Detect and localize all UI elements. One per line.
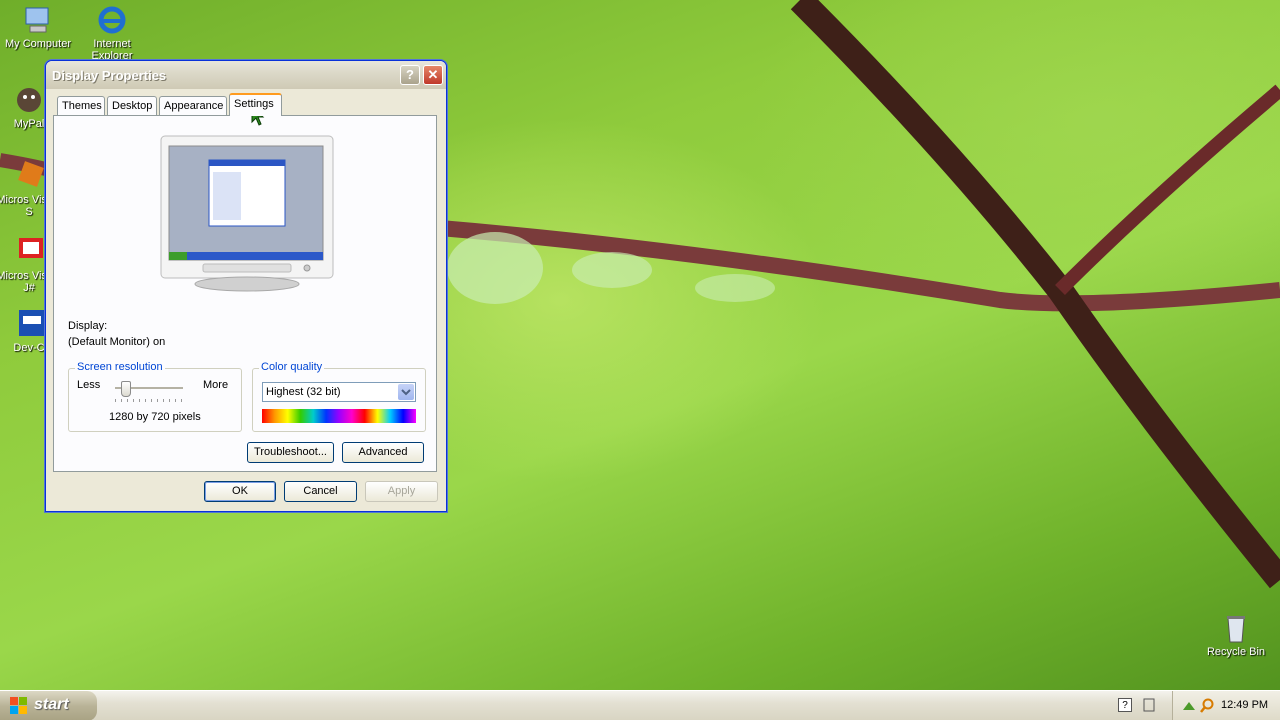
help-tray-icon[interactable]: ? [1118, 698, 1132, 712]
display-properties-window: Display Properties ? ✕ Themes Desktop Ap… [45, 60, 447, 512]
desktop-icon-internet-explorer[interactable]: Internet Explorer [74, 4, 150, 62]
tab-themes[interactable]: Themes [57, 96, 105, 115]
dev-cpp-icon [13, 308, 45, 340]
desktop: My Computer Internet Explorer MyPal Micr… [0, 0, 1280, 720]
search-icon[interactable] [1199, 698, 1215, 714]
system-tray: 12:49 PM [1172, 691, 1280, 720]
question-icon: ? [406, 67, 414, 82]
tab-label: Settings [234, 98, 274, 110]
desktop-icon-label: My Computer [4, 38, 72, 50]
advanced-button[interactable]: Advanced [342, 442, 424, 463]
visual-jsharp-icon [13, 236, 45, 268]
network-tray-icon[interactable] [1181, 698, 1197, 714]
resolution-slider[interactable] [115, 379, 183, 403]
my-computer-icon [22, 4, 54, 36]
start-label: start [34, 696, 69, 713]
tab-settings[interactable]: Settings [229, 93, 282, 116]
desktop-icon-label: MyPal [13, 118, 45, 130]
button-label: Troubleshoot... [254, 446, 327, 458]
screen-resolution-group: Screen resolution Less More 1280 by 720 … [68, 361, 242, 432]
button-label: Advanced [358, 446, 408, 458]
monitor-preview-icon [160, 135, 334, 292]
desktop-icon-my-computer[interactable]: My Computer [0, 4, 76, 50]
display-value: (Default Monitor) on [68, 336, 166, 348]
color-spectrum-bar [262, 409, 416, 423]
slider-ticks [115, 399, 183, 402]
language-tray-icon[interactable] [1142, 697, 1156, 713]
button-label: Apply [387, 485, 416, 497]
window-title: Display Properties [52, 68, 167, 83]
color-quality-legend: Color quality [259, 361, 325, 373]
close-icon: ✕ [427, 67, 439, 82]
start-button[interactable]: start [0, 691, 97, 720]
visual-studio-icon [13, 160, 45, 192]
tab-label: Themes [62, 100, 102, 112]
color-quality-value: Highest (32 bit) [266, 386, 341, 398]
settings-panel: Display: (Default Monitor) on Screen res… [53, 115, 437, 472]
slider-thumb[interactable] [121, 381, 131, 397]
windows-logo-icon [10, 697, 27, 714]
desktop-icon-label: Dev-C [13, 342, 45, 354]
desktop-icon-recycle-bin[interactable]: Recycle Bin [1198, 612, 1274, 658]
apply-button[interactable]: Apply [365, 481, 438, 502]
desktop-icon-label: Recycle Bin [1206, 646, 1266, 658]
internet-explorer-icon [96, 4, 128, 36]
title-bar[interactable]: Display Properties ? ✕ [46, 61, 446, 89]
help-button[interactable]: ? [400, 65, 420, 85]
recycle-bin-icon [1220, 612, 1252, 644]
taskbar: start ? 12:49 PM [0, 690, 1280, 720]
ok-button[interactable]: OK [204, 481, 276, 502]
screen-resolution-legend: Screen resolution [75, 361, 165, 373]
button-label: Cancel [303, 485, 338, 497]
slider-more-label: More [203, 379, 229, 391]
troubleshoot-button[interactable]: Troubleshoot... [247, 442, 334, 463]
close-button[interactable]: ✕ [423, 65, 443, 85]
tab-label: Desktop [112, 100, 153, 112]
button-label: OK [232, 485, 248, 497]
resolution-value: 1280 by 720 pixels [109, 411, 201, 423]
clock: 12:49 PM [1221, 699, 1269, 711]
color-quality-select[interactable]: Highest (32 bit) [262, 382, 416, 402]
mypal-icon [13, 84, 45, 116]
color-quality-group: Color quality Highest (32 bit) [252, 361, 426, 432]
slider-less-label: Less [77, 379, 101, 391]
tab-appearance[interactable]: Appearance [159, 96, 227, 115]
display-label: Display: [68, 320, 108, 332]
chevron-down-icon[interactable] [398, 384, 414, 400]
desktop-icon-label: Internet Explorer [91, 38, 133, 62]
cancel-button[interactable]: Cancel [284, 481, 357, 502]
tab-label: Appearance [164, 100, 224, 112]
tab-desktop[interactable]: Desktop [107, 96, 157, 115]
